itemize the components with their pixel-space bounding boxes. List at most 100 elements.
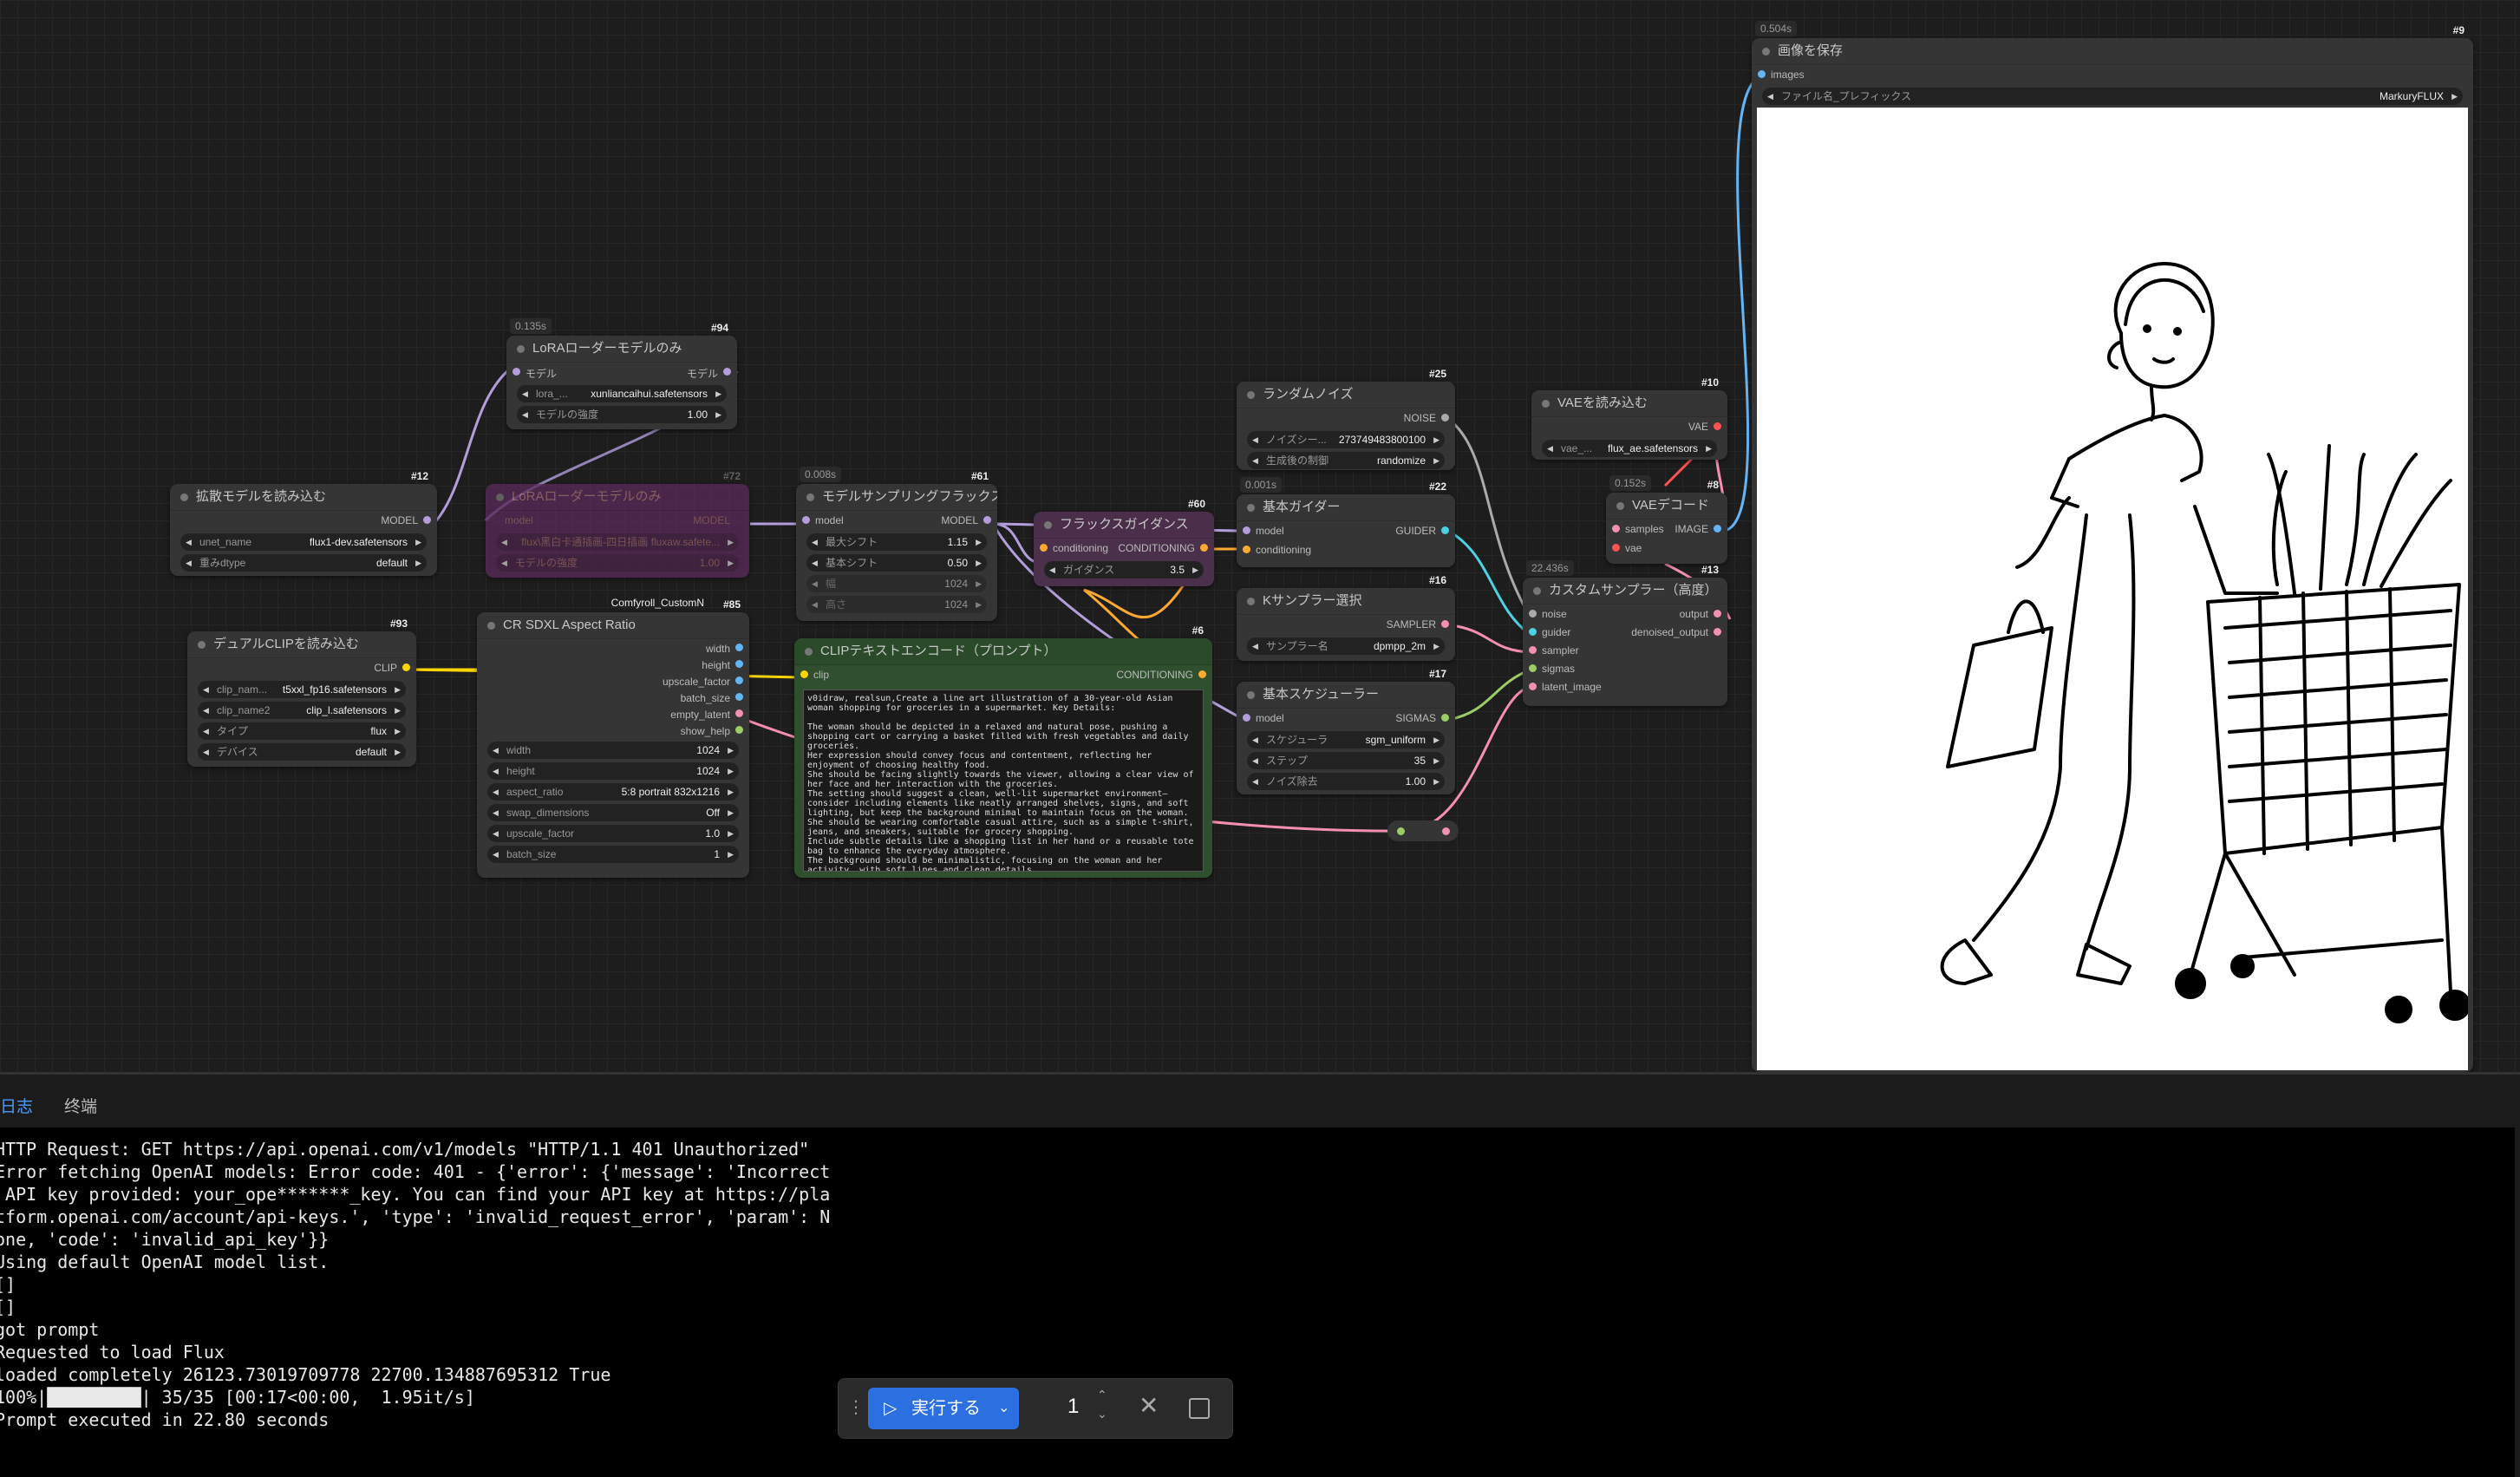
cancel-icon[interactable]: ✕ — [1139, 1391, 1159, 1420]
output-socket[interactable] — [735, 726, 743, 734]
node-title[interactable]: デュアルCLIPを読み込む — [187, 631, 416, 658]
noise-seed-widget[interactable]: ノイズシー... 273749483800100 — [1247, 431, 1445, 448]
output-socket[interactable] — [735, 676, 743, 684]
input-socket[interactable] — [1529, 628, 1537, 636]
ksampler-select-node[interactable]: #16 Kサンプラー選択 SAMPLER サンプラー名 dpmpp_2m — [1237, 574, 1455, 661]
input-socket[interactable] — [800, 670, 808, 678]
vae-name-widget[interactable]: vae_... flux_ae.safetensors — [1542, 440, 1717, 457]
input-socket[interactable] — [1529, 683, 1537, 690]
node-title[interactable]: 拡散モデルを読み込む — [170, 484, 437, 511]
sampler-name-widget[interactable]: サンプラー名 dpmpp_2m — [1247, 637, 1445, 655]
custom-sampler-advanced-node[interactable]: 22.436s #13 カスタムサンプラー（高度） noise output gui… — [1523, 560, 1727, 706]
load-diffusion-model-node[interactable]: #12 拡散モデルを読み込む MODEL unet_name flux1-dev.… — [170, 470, 437, 576]
basic-scheduler-node[interactable]: #17 基本スケジューラー model SIGMAS スケジューラ sgm_unif… — [1237, 668, 1455, 794]
basic-guider-node[interactable]: 0.001s #22 基本ガイダー model GUIDER conditioni… — [1237, 477, 1455, 567]
input-socket[interactable] — [1397, 827, 1405, 835]
output-socket[interactable] — [1441, 620, 1449, 628]
batch-size-widget[interactable]: batch_size 1 — [487, 846, 739, 863]
count-down-icon[interactable]: ⌄ — [1097, 1407, 1107, 1421]
run-button[interactable]: ▷ 実行する ⌄ — [868, 1388, 1019, 1429]
node-title[interactable]: LoRAローダーモデルのみ — [486, 484, 749, 511]
vae-decode-node[interactable]: 0.152s #8 VAEデコード samples IMAGE vae — [1606, 475, 1727, 564]
tab-log[interactable]: 日志 — [0, 1094, 33, 1117]
prompt-textarea[interactable]: v0idraw, realsun,Create a line art illus… — [803, 689, 1204, 872]
lora-name-widget[interactable]: lora_... xunliancaihui.safetensors — [517, 385, 727, 402]
swap-dimensions-widget[interactable]: swap_dimensions Off — [487, 804, 739, 821]
node-title[interactable]: 基本スケジューラー — [1237, 682, 1455, 709]
output-socket[interactable] — [1714, 525, 1721, 533]
output-socket[interactable] — [1198, 670, 1206, 678]
input-socket[interactable] — [1529, 610, 1537, 618]
control-after-generate-widget[interactable]: 生成後の制御 randomize — [1247, 452, 1445, 469]
base-shift-widget[interactable]: 基本シフト 0.50 — [806, 554, 987, 572]
clip-name2-widget[interactable]: clip_name2 clip_l.safetensors — [198, 702, 406, 719]
input-socket[interactable] — [1758, 70, 1766, 78]
input-socket[interactable] — [1243, 714, 1250, 722]
node-title[interactable]: フラックスガイダンス — [1034, 512, 1214, 539]
node-title[interactable]: 基本ガイダー — [1237, 494, 1455, 521]
output-socket[interactable] — [423, 516, 431, 524]
node-title[interactable]: VAEを読み込む — [1531, 390, 1727, 417]
lora-loader-node[interactable]: 0.135s #94 LoRAローダーモデルのみ モデル モデル lora_...… — [506, 318, 737, 429]
clip-text-encode-node[interactable]: #6 CLIPテキストエンコード（プロンプト） clip CONDITIONING… — [794, 624, 1212, 878]
output-socket[interactable] — [1442, 827, 1450, 835]
batch-count-input[interactable]: 1 — [1067, 1395, 1079, 1419]
dual-clip-loader-node[interactable]: #93 デュアルCLIPを読み込む CLIP clip_nam... t5xxl_… — [187, 618, 416, 767]
output-socket[interactable] — [1441, 526, 1449, 534]
node-title[interactable]: CR SDXL Aspect Ratio — [477, 612, 749, 639]
height-widget[interactable]: 高さ 1024 — [806, 596, 987, 613]
width-widget[interactable]: 幅 1024 — [806, 575, 987, 592]
input-socket[interactable] — [1612, 525, 1620, 533]
input-socket[interactable] — [1243, 526, 1250, 534]
node-graph-canvas[interactable]: 0.504s #9 画像を保存 images ファイル名_プレフィックス Mark… — [0, 0, 2520, 1072]
output-socket[interactable] — [1441, 714, 1449, 722]
output-socket[interactable] — [1200, 544, 1208, 552]
node-title[interactable]: ランダムノイズ — [1237, 382, 1455, 408]
vae-loader-node[interactable]: #10 VAEを読み込む VAE vae_... flux_ae.safetens… — [1531, 376, 1727, 460]
input-socket[interactable] — [512, 368, 520, 376]
node-title[interactable]: モデルサンプリングフラックス — [796, 484, 997, 511]
denoise-widget[interactable]: ノイズ除去 1.00 — [1247, 773, 1445, 790]
type-widget[interactable]: タイプ flux — [198, 722, 406, 740]
input-socket[interactable] — [1529, 664, 1537, 672]
node-title[interactable]: CLIPテキストエンコード（プロンプト） — [794, 638, 1212, 665]
scheduler-widget[interactable]: スケジューラ sgm_uniform — [1247, 731, 1445, 748]
output-socket[interactable] — [1714, 610, 1721, 618]
input-socket[interactable] — [1529, 646, 1537, 654]
output-socket[interactable] — [1441, 414, 1449, 422]
node-title[interactable]: Kサンプラー選択 — [1237, 588, 1455, 615]
tab-terminal[interactable]: 终端 — [64, 1094, 97, 1117]
aspect-ratio-widget[interactable]: aspect_ratio 5:8 portrait 832x1216 — [487, 783, 739, 801]
lora-name-widget[interactable]: flux\黑白卡通插画-四日插画 fluxaw.safete... — [496, 533, 739, 551]
steps-widget[interactable]: ステップ 35 — [1247, 752, 1445, 769]
max-shift-widget[interactable]: 最大シフト 1.15 — [806, 533, 987, 551]
input-socket[interactable] — [1243, 546, 1250, 553]
input-socket[interactable] — [1612, 544, 1620, 552]
guidance-widget[interactable]: ガイダンス 3.5 — [1044, 561, 1204, 578]
count-up-icon[interactable]: ⌃ — [1097, 1388, 1107, 1402]
node-title[interactable]: カスタムサンプラー（高度） — [1523, 578, 1727, 605]
chevron-down-icon[interactable]: ⌄ — [998, 1388, 1009, 1429]
upscale-factor-widget[interactable]: upscale_factor 1.0 — [487, 825, 739, 842]
input-socket[interactable] — [1040, 544, 1048, 552]
output-socket[interactable] — [402, 663, 410, 671]
output-socket[interactable] — [1714, 422, 1721, 430]
model-sampling-flux-node[interactable]: 0.008s #61 モデルサンプリングフラックス model MODEL 最大シ… — [796, 467, 997, 621]
height-widget[interactable]: height 1024 — [487, 762, 739, 780]
flux-guidance-node[interactable]: #60 フラックスガイダンス conditioning CONDITIONING … — [1034, 498, 1214, 586]
output-socket[interactable] — [735, 660, 743, 668]
node-title[interactable]: 画像を保存 — [1752, 38, 2473, 65]
clip-name1-widget[interactable]: clip_nam... t5xxl_fp16.safetensors — [198, 681, 406, 698]
width-widget[interactable]: width 1024 — [487, 742, 739, 759]
node-title[interactable]: VAEデコード — [1606, 493, 1727, 520]
device-widget[interactable]: デバイス default — [198, 743, 406, 761]
node-title[interactable]: LoRAローダーモデルのみ — [506, 336, 737, 363]
output-socket[interactable] — [735, 693, 743, 701]
model-strength-widget[interactable]: モデルの強度 1.00 — [496, 554, 739, 572]
input-socket[interactable] — [802, 516, 810, 524]
unet-name-widget[interactable]: unet_name flux1-dev.safetensors — [180, 533, 427, 551]
random-noise-node[interactable]: #25 ランダムノイズ NOISE ノイズシー... 27374948380010… — [1237, 368, 1455, 470]
weight-dtype-widget[interactable]: 重みdtype default — [180, 554, 427, 572]
output-socket[interactable] — [735, 644, 743, 651]
output-socket[interactable] — [723, 368, 731, 376]
